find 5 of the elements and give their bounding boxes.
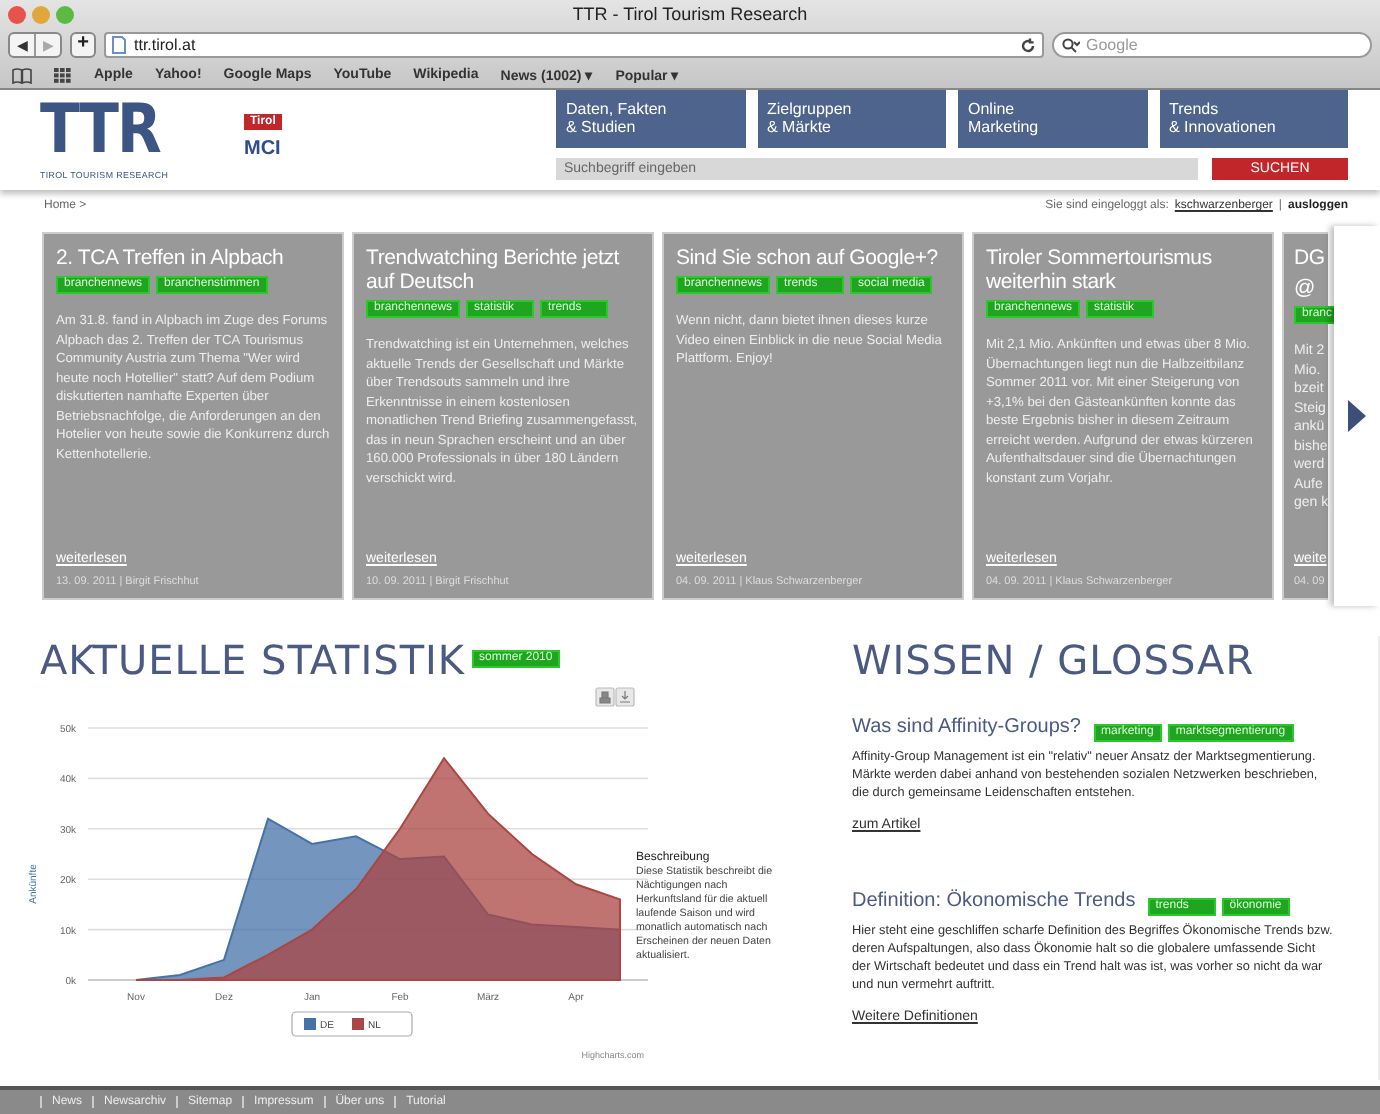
section-title: AKTUELLE STATISTIK: [40, 636, 466, 684]
section-title: WISSEN / GLOSSAR: [852, 636, 1255, 684]
partner-logo: MCI: [244, 140, 281, 160]
window-title: TTR - Tirol Tourism Research: [570, 4, 810, 24]
logo-text: TTR: [40, 96, 163, 164]
